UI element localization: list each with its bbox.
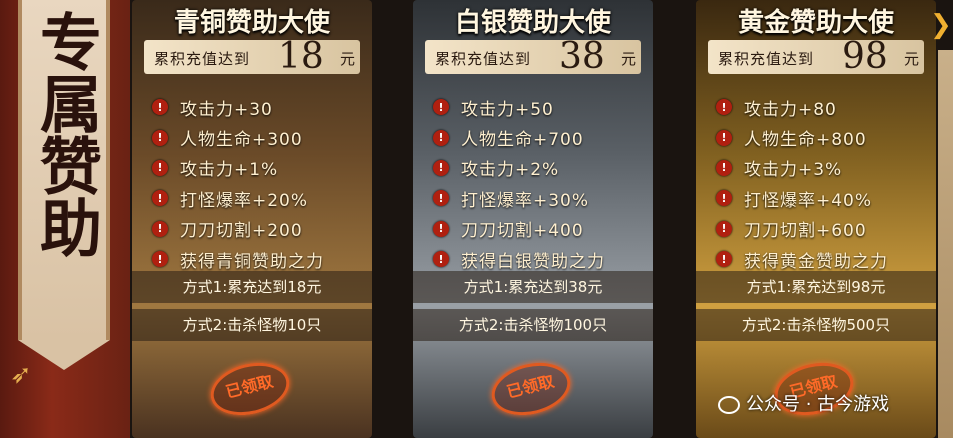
perk-text: 打怪爆率+20%: [180, 190, 309, 211]
price-label: 累积充值达到: [435, 50, 532, 68]
perk-item: ! 攻击力+30: [152, 92, 324, 122]
sponsor-card-bronze: 青铜赞助大使 累积充值达到 18 元 ! 攻击力+30 ! 人物生命+300 ! 攻击…: [132, 0, 372, 438]
perk-text: 攻击力+50: [461, 99, 554, 120]
perk-text: 攻击力+80: [744, 99, 837, 120]
perk-text: 刀刀切割+400: [461, 221, 584, 242]
exclamation-icon: !: [433, 159, 449, 176]
price-bar: 累积充值达到 38 元: [425, 36, 641, 77]
claimed-stamp[interactable]: 已领取: [486, 355, 576, 423]
exclamation-icon: !: [433, 190, 449, 207]
price-bar: 累积充值达到 98 元: [708, 36, 924, 77]
exclamation-icon: !: [716, 220, 732, 237]
claimed-stamp[interactable]: 已领取: [205, 355, 295, 423]
method-1: 方式1:累充达到98元: [696, 271, 936, 303]
sponsor-card-silver: 白银赞助大使 累积充值达到 38 元 ! 攻击力+50 ! 人物生命+700 ! 攻击…: [413, 0, 653, 438]
perk-text: 人物生命+300: [180, 130, 303, 151]
card-title: 黄金赞助大使: [737, 8, 894, 38]
perk-text: 获得黄金赞助之力: [744, 251, 888, 272]
perk-item: ! 攻击力+80: [716, 92, 888, 122]
exclamation-icon: !: [152, 190, 168, 207]
perk-item: ! 人物生命+300: [152, 122, 324, 152]
exclamation-icon: !: [716, 129, 732, 146]
perk-item: ! 获得青铜赞助之力: [152, 244, 324, 274]
chevron-right-icon[interactable]: ❯: [930, 10, 952, 44]
exclamation-icon: !: [433, 220, 449, 237]
perk-text: 攻击力+30: [180, 99, 273, 120]
method-2: 方式2:击杀怪物500只: [696, 309, 936, 341]
perk-item: ! 攻击力+1%: [152, 153, 324, 183]
exclamation-icon: !: [433, 129, 449, 146]
perk-text: 刀刀切割+200: [180, 221, 303, 242]
perk-text: 打怪爆率+30%: [461, 190, 590, 211]
exclamation-icon: !: [716, 190, 732, 207]
perk-item: ! 打怪爆率+40%: [716, 183, 888, 213]
price-value: 38: [559, 36, 605, 77]
perk-text: 人物生命+800: [744, 130, 867, 151]
wechat-icon: [718, 396, 740, 414]
perk-item: ! 人物生命+700: [433, 122, 605, 152]
method-1: 方式1:累充达到18元: [132, 271, 372, 303]
decorative-arrows-icon: ➶: [10, 360, 32, 390]
perk-text: 打怪爆率+40%: [744, 190, 873, 211]
card-title: 青铜赞助大使: [173, 8, 330, 38]
card-title: 白银赞助大使: [454, 8, 611, 38]
perk-item: ! 获得白银赞助之力: [433, 244, 605, 274]
perk-item: ! 攻击力+50: [433, 92, 605, 122]
perk-item: ! 刀刀切割+200: [152, 214, 324, 244]
perk-item: ! 刀刀切割+400: [433, 214, 605, 244]
price-unit: 元: [621, 50, 637, 68]
perk-text: 刀刀切割+600: [744, 221, 867, 242]
perk-text: 攻击力+2%: [461, 160, 560, 181]
exclamation-icon: !: [433, 251, 449, 268]
price-bar: 累积充值达到 18 元: [144, 36, 360, 77]
side-decoration: [938, 50, 953, 438]
perk-list: ! 攻击力+50 ! 人物生命+700 ! 攻击力+2% ! 打怪爆率+30% ! 刀刀切…: [433, 92, 605, 274]
exclamation-icon: !: [152, 99, 168, 116]
method-1: 方式1:累充达到38元: [413, 271, 653, 303]
banner-tip: [18, 340, 110, 370]
perk-item: ! 打怪爆率+30%: [433, 183, 605, 213]
perk-text: 攻击力+1%: [180, 160, 279, 181]
banner: 专属赞助 ➶: [0, 0, 130, 438]
perk-text: 人物生命+700: [461, 130, 584, 151]
perk-text: 攻击力+3%: [744, 160, 843, 181]
watermark: 公众号 · 古今游戏: [718, 390, 889, 416]
perk-item: ! 攻击力+3%: [716, 153, 888, 183]
price-value: 18: [278, 36, 324, 77]
sponsor-card-gold: 黄金赞助大使 累积充值达到 98 元 ! 攻击力+80 ! 人物生命+800 ! 攻击…: [696, 0, 936, 438]
perk-item: ! 人物生命+800: [716, 122, 888, 152]
price-value: 98: [842, 36, 888, 77]
exclamation-icon: !: [716, 251, 732, 268]
method-2: 方式2:击杀怪物100只: [413, 309, 653, 341]
watermark-text: 公众号 · 古今游戏: [746, 394, 890, 415]
banner-title: 专属赞助: [29, 10, 102, 258]
perk-list: ! 攻击力+80 ! 人物生命+800 ! 攻击力+3% ! 打怪爆率+40% ! 刀刀切…: [716, 92, 888, 274]
exclamation-icon: !: [152, 159, 168, 176]
perk-list: ! 攻击力+30 ! 人物生命+300 ! 攻击力+1% ! 打怪爆率+20% ! 刀刀切…: [152, 92, 324, 274]
price-label: 累积充值达到: [154, 50, 251, 68]
exclamation-icon: !: [152, 129, 168, 146]
exclamation-icon: !: [152, 251, 168, 268]
method-2: 方式2:击杀怪物10只: [132, 309, 372, 341]
perk-item: ! 刀刀切割+600: [716, 214, 888, 244]
exclamation-icon: !: [152, 220, 168, 237]
perk-item: ! 获得黄金赞助之力: [716, 244, 888, 274]
perk-text: 获得青铜赞助之力: [180, 251, 324, 272]
price-label: 累积充值达到: [718, 50, 815, 68]
perk-item: ! 攻击力+2%: [433, 153, 605, 183]
perk-item: ! 打怪爆率+20%: [152, 183, 324, 213]
exclamation-icon: !: [433, 99, 449, 116]
exclamation-icon: !: [716, 159, 732, 176]
price-unit: 元: [340, 50, 356, 68]
perk-text: 获得白银赞助之力: [461, 251, 605, 272]
price-unit: 元: [904, 50, 920, 68]
exclamation-icon: !: [716, 99, 732, 116]
